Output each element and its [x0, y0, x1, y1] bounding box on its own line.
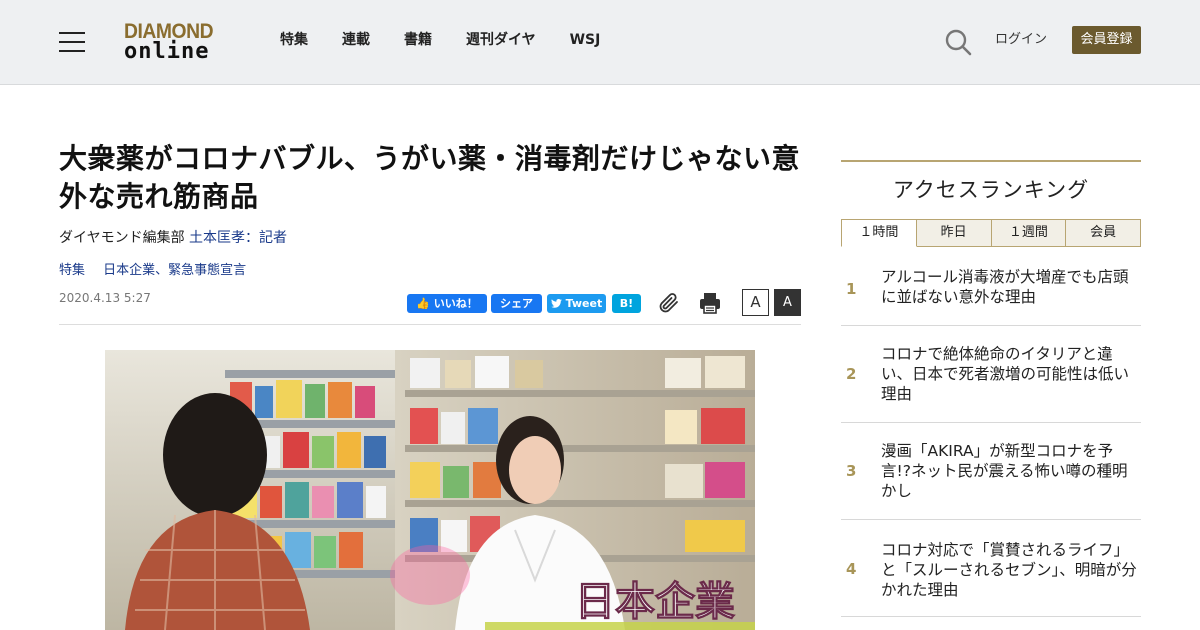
nav-item-books[interactable]: 書籍: [404, 30, 432, 50]
article-title: 大衆薬がコロナバブル、うがい薬・消毒剤だけじゃない意外な売れ筋商品: [59, 142, 801, 213]
tweet-button[interactable]: Tweet: [547, 294, 606, 313]
font-size-large-button[interactable]: A: [774, 289, 801, 316]
logo-online: online: [124, 39, 210, 64]
ranking-title: アクセスランキング: [892, 178, 1090, 202]
tab-1-hour[interactable]: １時間: [841, 219, 917, 247]
login-link[interactable]: ログイン: [995, 31, 1047, 49]
pharmacy-photo: 日本企業: [105, 350, 755, 630]
ranking-item[interactable]: 3 漫画「AKIRA」が新型コロナを予言!?ネット民が震える怖い噂の種明かし: [841, 423, 1141, 520]
rank-number: 1: [846, 280, 857, 298]
ranking-list: 1 アルコール消毒液が大増産でも店頭に並ばない意外な理由 2 コロナで絶体絶命の…: [841, 256, 1141, 617]
site-header: DIAMOND online 特集 連載 書籍 週刊ダイヤ WSJ ログイン 会…: [0, 0, 1200, 85]
tweet-label: Tweet: [565, 297, 603, 310]
rank-number: 4: [846, 560, 857, 578]
paperclip-icon[interactable]: [657, 291, 681, 315]
site-logo[interactable]: DIAMOND online: [124, 20, 228, 66]
ranking-item[interactable]: 2 コロナで絶体絶命のイタリアと違い、日本で死者激増の可能性は低い理由: [841, 326, 1141, 423]
article-hero-image: 日本企業: [105, 350, 755, 630]
nav-item-wsj[interactable]: WSJ: [570, 30, 601, 50]
search-icon[interactable]: [944, 28, 972, 56]
rank-headline[interactable]: コロナ対応で「賞賛されるライフ」と「スルーされるセブン」、明暗が分かれた理由: [881, 540, 1139, 600]
hero-overlay-text: 日本企業: [575, 578, 735, 625]
hatena-bookmark-button[interactable]: B!: [612, 294, 641, 313]
font-size-normal-button[interactable]: A: [742, 289, 769, 316]
author-link[interactable]: 土本匡孝：記者: [189, 230, 287, 246]
nav-item-feature[interactable]: 特集: [280, 30, 308, 50]
rank-headline[interactable]: コロナで絶体絶命のイタリアと違い、日本で死者激増の可能性は低い理由: [881, 344, 1139, 404]
print-icon[interactable]: [698, 291, 722, 315]
byline-department: ダイヤモンド編集部: [59, 230, 190, 246]
ranking-item[interactable]: 1 アルコール消毒液が大増産でも店頭に並ばない意外な理由: [841, 256, 1141, 326]
ranking-tabs: １時間 昨日 １週間 会員: [841, 219, 1141, 247]
facebook-share-button[interactable]: シェア: [491, 294, 542, 313]
tab-1-week[interactable]: １週間: [991, 219, 1067, 247]
tag-link-feature[interactable]: 特集: [59, 263, 85, 278]
tab-members[interactable]: 会員: [1066, 219, 1141, 247]
ranking-top-rule: [841, 160, 1141, 162]
like-label: いいね！: [433, 297, 478, 310]
twitter-bird-icon: [550, 298, 562, 308]
rank-headline[interactable]: アルコール消毒液が大増産でも店頭に並ばない意外な理由: [881, 267, 1139, 307]
rank-number: 3: [846, 462, 857, 480]
article-byline: ダイヤモンド編集部 土本匡孝：記者: [59, 228, 287, 248]
tab-yesterday[interactable]: 昨日: [916, 219, 992, 247]
article-tags: 特集 日本企業、緊急事態宣言: [59, 262, 260, 280]
ranking-item[interactable]: 4 コロナ対応で「賞賛されるライフ」と「スルーされるセブン」、明暗が分かれた理由: [841, 520, 1141, 617]
menu-icon[interactable]: [59, 32, 85, 52]
nav-item-series[interactable]: 連載: [342, 30, 370, 50]
article-divider: [59, 324, 801, 325]
rank-number: 2: [846, 365, 857, 383]
publish-date: 2020.4.13 5:27: [59, 291, 151, 305]
main-nav: 特集 連載 書籍 週刊ダイヤ WSJ: [280, 30, 634, 50]
facebook-like-button[interactable]: 👍 いいね！: [407, 294, 487, 313]
nav-item-weekly-diamond[interactable]: 週刊ダイヤ: [466, 30, 536, 50]
tag-link-japan-companies[interactable]: 日本企業、緊急事態宣言: [103, 263, 246, 278]
rank-headline[interactable]: 漫画「AKIRA」が新型コロナを予言!?ネット民が震える怖い噂の種明かし: [881, 441, 1139, 501]
thumbs-up-icon: 👍: [416, 297, 430, 310]
register-button[interactable]: 会員登録: [1072, 26, 1141, 54]
